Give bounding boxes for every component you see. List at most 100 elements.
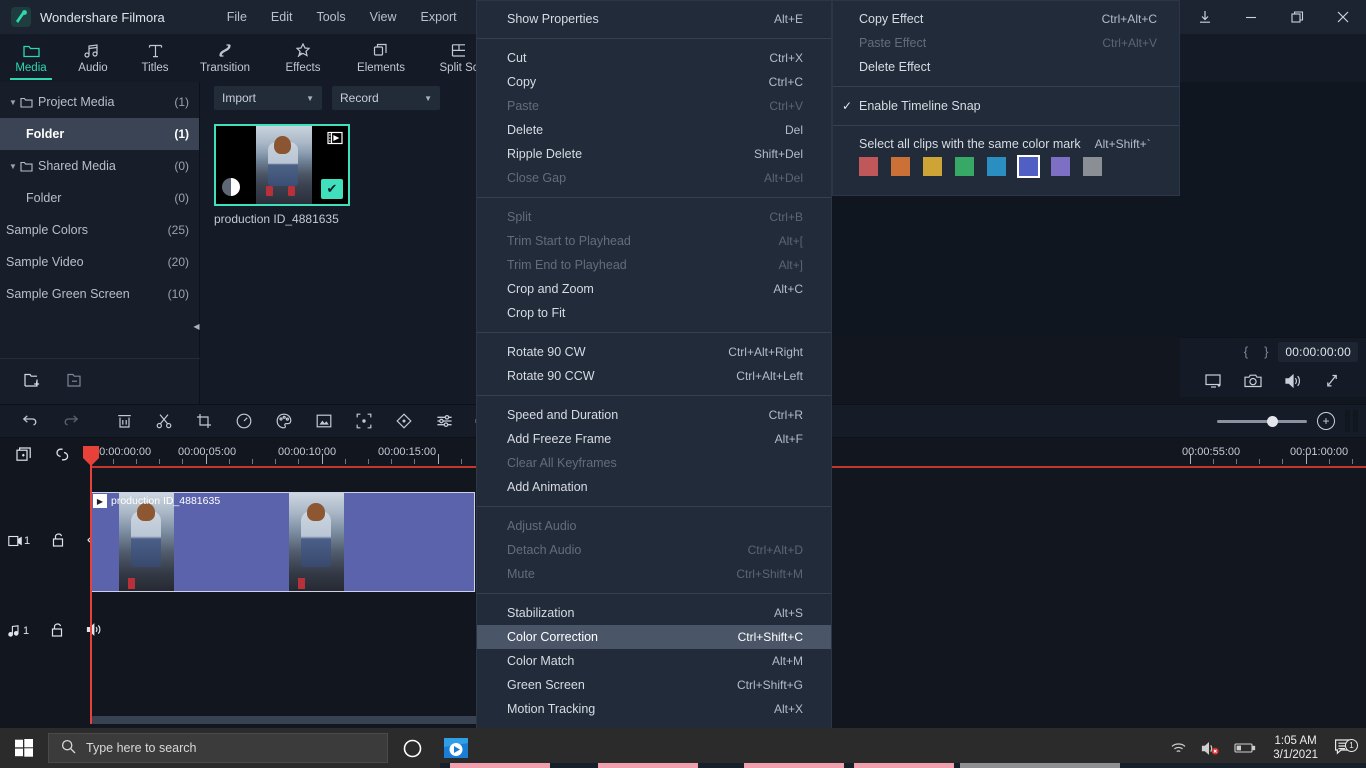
media-thumbnail[interactable]: ✔ xyxy=(214,124,350,206)
sidebar-item-project-media[interactable]: ▼ Project Media (1) xyxy=(0,86,199,118)
menu-item-rotate-90-ccw[interactable]: Rotate 90 CCW Ctrl+Alt+Left xyxy=(477,364,831,388)
marker-bars-icon[interactable] xyxy=(1345,410,1358,432)
snapshot-camera-icon[interactable] xyxy=(1244,373,1262,389)
timeline-clip[interactable]: ▶ production ID_4881635 xyxy=(90,492,475,592)
menu-item-show-properties[interactable]: Show Properties Alt+E xyxy=(477,7,831,31)
mark-out-icon[interactable]: } xyxy=(1258,344,1274,359)
audio-mixer-icon[interactable] xyxy=(424,404,464,438)
volume-icon[interactable] xyxy=(1284,373,1302,389)
tab-titles[interactable]: Titles xyxy=(124,34,186,82)
color-swatch-purple[interactable] xyxy=(1051,157,1070,176)
menu-item-copy[interactable]: Copy Ctrl+C xyxy=(477,70,831,94)
mark-in-icon[interactable]: { xyxy=(1238,344,1254,359)
color-swatch-gray[interactable] xyxy=(1083,157,1102,176)
submenu-item-enable-timeline-snap[interactable]: ✓ Enable Timeline Snap xyxy=(833,94,1179,118)
menu-item-motion-tracking[interactable]: Motion Tracking Alt+X xyxy=(477,697,831,721)
download-icon[interactable] xyxy=(1182,0,1228,34)
undo-icon[interactable] xyxy=(10,404,50,438)
menu-item-crop-to-fit[interactable]: Crop to Fit xyxy=(477,301,831,325)
redo-icon[interactable] xyxy=(50,404,90,438)
zoom-slider[interactable] xyxy=(1217,420,1307,423)
color-swatch-blue[interactable] xyxy=(987,157,1006,176)
menu-item-color-match[interactable]: Color Match Alt+M xyxy=(477,649,831,673)
menu-item-cut[interactable]: Cut Ctrl+X xyxy=(477,46,831,70)
maximize-button[interactable] xyxy=(1274,0,1320,34)
color-swatch-green[interactable] xyxy=(955,157,974,176)
display-settings-icon[interactable] xyxy=(1205,373,1223,389)
preview-timecode[interactable]: 00:00:00:00 xyxy=(1278,342,1358,362)
color-swatch-red[interactable] xyxy=(859,157,878,176)
menu-item-crop-and-zoom[interactable]: Crop and Zoom Alt+C xyxy=(477,277,831,301)
menu-view[interactable]: View xyxy=(360,6,407,28)
tab-audio[interactable]: Audio xyxy=(62,34,124,82)
import-dropdown[interactable]: Import ▼ xyxy=(214,86,322,110)
chevron-down-icon[interactable]: ▼ xyxy=(6,162,20,171)
taskbar-clock[interactable]: 1:05 AM 3/1/2021 xyxy=(1263,734,1328,762)
submenu-item-delete-effect[interactable]: Delete Effect xyxy=(833,55,1179,79)
link-icon[interactable] xyxy=(54,447,71,465)
tab-media[interactable]: Media xyxy=(0,34,62,82)
menu-item-speed-and-duration[interactable]: Speed and Duration Ctrl+R xyxy=(477,403,831,427)
timeline-header-icons xyxy=(8,438,71,474)
add-track-icon[interactable] xyxy=(16,447,32,465)
tab-effects[interactable]: Effects xyxy=(264,34,342,82)
sidebar-item-folder-shared[interactable]: Folder (0) xyxy=(0,182,199,214)
menu-item-green-screen[interactable]: Green Screen Ctrl+Shift+G xyxy=(477,673,831,697)
sidebar-item-sample-colors[interactable]: Sample Colors (25) xyxy=(0,214,199,246)
timeline-horizontal-scrollbar[interactable] xyxy=(90,716,480,724)
tab-elements[interactable]: Elements xyxy=(342,34,420,82)
sidebar-item-folder-project[interactable]: Folder (1) xyxy=(0,118,199,150)
keyframe-icon[interactable] xyxy=(384,404,424,438)
chevron-down-icon[interactable]: ▼ xyxy=(6,98,20,107)
new-folder-icon[interactable] xyxy=(24,373,41,390)
color-swatch-yellow[interactable] xyxy=(923,157,942,176)
zoom-slider-knob[interactable] xyxy=(1267,416,1278,427)
record-dropdown[interactable]: Record ▼ xyxy=(332,86,440,110)
menu-file[interactable]: File xyxy=(217,6,257,28)
crop-icon[interactable] xyxy=(184,404,224,438)
sidebar-item-shared-media[interactable]: ▼ Shared Media (0) xyxy=(0,150,199,182)
system-tray: 1:05 AM 3/1/2021 1 xyxy=(1163,728,1366,768)
battery-icon[interactable] xyxy=(1227,742,1263,754)
green-screen-icon[interactable] xyxy=(304,404,344,438)
sidebar-item-sample-video[interactable]: Sample Video (20) xyxy=(0,246,199,278)
volume-muted-icon[interactable] xyxy=(1194,741,1227,756)
menu-item-ripple-delete[interactable]: Ripple Delete Shift+Del xyxy=(477,142,831,166)
cortana-circle-icon[interactable] xyxy=(388,739,436,758)
menu-item-color-correction[interactable]: Color Correction Ctrl+Shift+C xyxy=(477,625,831,649)
tab-transition[interactable]: Transition xyxy=(186,34,264,82)
color-swatch-orange[interactable] xyxy=(891,157,910,176)
delete-icon[interactable] xyxy=(104,404,144,438)
wifi-icon[interactable] xyxy=(1163,741,1194,755)
taskbar-search-box[interactable]: Type here to search xyxy=(48,733,388,763)
unlocked-icon[interactable] xyxy=(51,623,64,640)
menu-item-add-animation[interactable]: Add Animation xyxy=(477,475,831,499)
submenu-item-copy-effect[interactable]: Copy Effect Ctrl+Alt+C xyxy=(833,7,1179,31)
menu-item-add-freeze-frame[interactable]: Add Freeze Frame Alt+F xyxy=(477,427,831,451)
sidebar-item-sample-green-screen[interactable]: Sample Green Screen (10) xyxy=(0,278,199,310)
close-button[interactable] xyxy=(1320,0,1366,34)
color-palette-icon[interactable] xyxy=(264,404,304,438)
speed-icon[interactable] xyxy=(224,404,264,438)
menu-item-delete[interactable]: Delete Del xyxy=(477,118,831,142)
motion-tracking-icon[interactable] xyxy=(344,404,384,438)
movies-tv-app-icon[interactable] xyxy=(436,728,476,768)
fullscreen-icon[interactable] xyxy=(1323,373,1341,389)
minimize-button[interactable] xyxy=(1228,0,1274,34)
remove-folder-icon[interactable] xyxy=(67,373,84,390)
selected-check-icon[interactable]: ✔ xyxy=(321,179,343,199)
menu-item-rotate-90-cw[interactable]: Rotate 90 CW Ctrl+Alt+Right xyxy=(477,340,831,364)
timeline-playhead[interactable] xyxy=(90,446,92,724)
notifications-icon[interactable]: 1 xyxy=(1328,738,1366,759)
windows-start-icon[interactable] xyxy=(0,728,48,768)
color-swatch-indigo[interactable] xyxy=(1019,157,1038,176)
menu-export[interactable]: Export xyxy=(411,6,467,28)
zoom-in-button[interactable]: + xyxy=(1317,412,1335,430)
menu-tools[interactable]: Tools xyxy=(306,6,355,28)
speaker-icon[interactable] xyxy=(86,623,103,639)
unlocked-icon[interactable] xyxy=(52,533,65,550)
panel-collapse-arrow-icon[interactable]: ◀ xyxy=(193,318,200,334)
split-scissors-icon[interactable] xyxy=(144,404,184,438)
menu-item-stabilization[interactable]: Stabilization Alt+S xyxy=(477,601,831,625)
menu-edit[interactable]: Edit xyxy=(261,6,303,28)
